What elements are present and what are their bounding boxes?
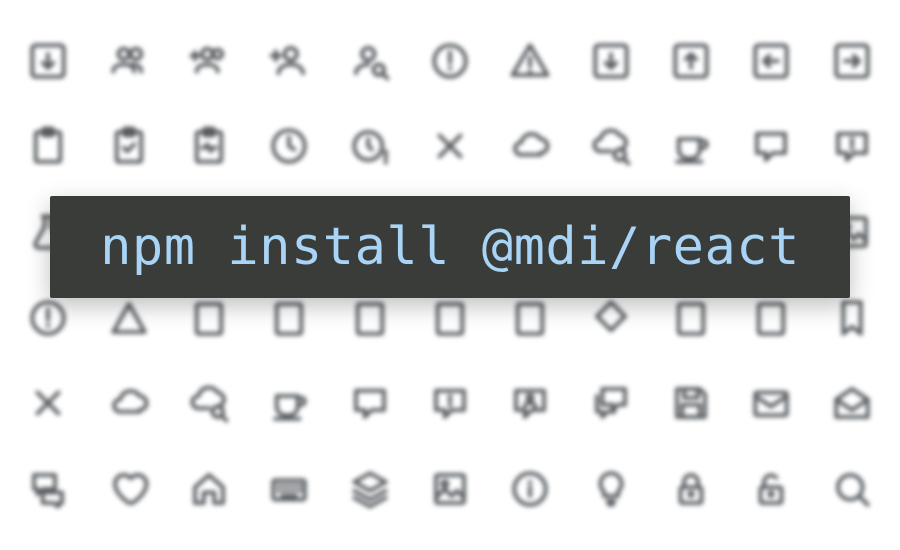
clipboard-check-icon: [88, 104, 168, 190]
account-plus-group-icon: [169, 18, 249, 104]
coffee-icon: [249, 361, 329, 447]
cloud-icon: [490, 104, 570, 190]
comment-multiple-icon: [571, 361, 651, 447]
comment-alert-icon: [410, 361, 490, 447]
cloud-icon: [88, 361, 168, 447]
clipboard-icon: [8, 104, 88, 190]
arrow-left-box-icon: [731, 18, 811, 104]
information-icon: [490, 446, 570, 532]
arrow-right-box-icon: [812, 18, 892, 104]
home-icon: [169, 446, 249, 532]
command-banner: npm install @mdi/react: [50, 196, 850, 298]
clipboard-pulse-icon: [169, 104, 249, 190]
heart-outline-icon: [88, 446, 168, 532]
cloud-search-icon: [169, 361, 249, 447]
lock-open-icon: [731, 446, 811, 532]
lock-icon: [651, 446, 731, 532]
clock-alert-icon: [329, 104, 409, 190]
close-thick-icon: [8, 361, 88, 447]
account-group-icon: [88, 18, 168, 104]
forum-icon: [8, 446, 88, 532]
email-icon: [731, 361, 811, 447]
account-search-icon: [329, 18, 409, 104]
comment-account-icon: [490, 361, 570, 447]
comment-icon: [329, 361, 409, 447]
close-thick-icon: [410, 104, 490, 190]
comment-icon: [731, 104, 811, 190]
account-plus-icon: [249, 18, 329, 104]
lightbulb-icon: [571, 446, 651, 532]
image-icon: [410, 446, 490, 532]
floppy-icon: [651, 361, 731, 447]
comment-alert-icon: [812, 104, 892, 190]
magnify-icon: [812, 446, 892, 532]
layers-icon: [329, 446, 409, 532]
email-open-icon: [812, 361, 892, 447]
arrow-down-box-icon: [571, 18, 651, 104]
coffee-icon: [651, 104, 731, 190]
arrow-down-box-icon: [8, 18, 88, 104]
alert-circle-icon: [410, 18, 490, 104]
alert-triangle-icon: [490, 18, 570, 104]
clock-icon: [249, 104, 329, 190]
keyboard-icon: [249, 446, 329, 532]
cloud-search-icon: [571, 104, 651, 190]
arrow-up-box-icon: [651, 18, 731, 104]
install-command-text: npm install @mdi/react: [100, 217, 800, 277]
